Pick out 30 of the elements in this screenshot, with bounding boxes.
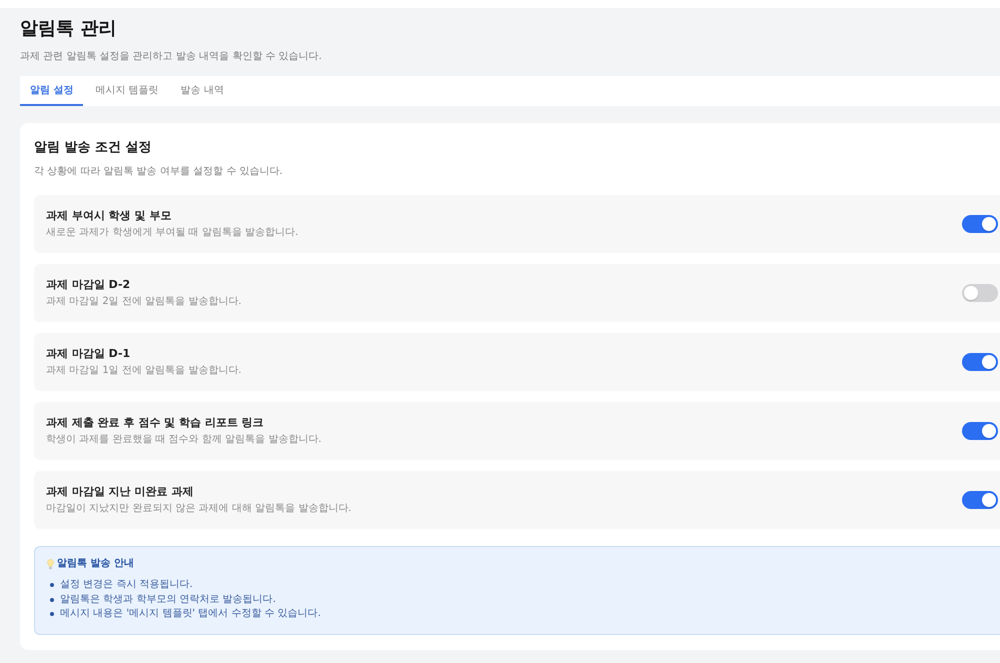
toggle-switch[interactable] (962, 353, 998, 371)
bullet-icon (50, 583, 54, 588)
toggle-switch[interactable] (962, 422, 998, 440)
lightbulb-icon (47, 558, 54, 570)
tab[interactable]: 메시지 템플릿 (85, 76, 169, 106)
notice-item: 알림톡은 학생과 학부모의 연락처로 발송됩니다. (60, 592, 276, 607)
toggle-switch[interactable] (962, 215, 998, 233)
toggle-switch[interactable] (962, 491, 998, 509)
setting-title: 과제 마감일 D-2 (46, 277, 130, 292)
page-subtitle: 과제 관련 알림톡 설정을 관리하고 발송 내역을 확인할 수 있습니다. (20, 50, 322, 64)
setting-title: 과제 마감일 지난 미완료 과제 (46, 484, 194, 499)
setting-description: 새로운 과제가 학생에게 부여될 때 알림톡을 발송합니다. (46, 226, 298, 240)
tab[interactable]: 발송 내역 (170, 76, 234, 106)
setting-title: 과제 제출 완료 후 점수 및 학습 리포트 링크 (46, 415, 264, 430)
setting-title: 과제 부여시 학생 및 부모 (46, 208, 172, 223)
bullet-icon (50, 612, 54, 616)
toggle-switch[interactable] (962, 284, 998, 302)
setting-description: 과제 마감일 1일 전에 알림톡을 발송합니다. (46, 364, 242, 378)
section-subtitle: 각 상황에 따라 알림톡 발송 여부를 설정할 수 있습니다. (34, 165, 283, 179)
notice-item: 설정 변경은 즉시 적용됩니다. (60, 578, 193, 592)
notice-item: 메시지 내용은 '메시지 템플릿' 탭에서 수정할 수 있습니다. (60, 607, 321, 622)
bullet-icon (50, 598, 54, 602)
setting-description: 마감일이 지났지만 완료되지 않은 과제에 대해 알림톡을 발송합니다. (46, 502, 352, 516)
setting-description: 학생이 과제를 완료했을 때 점수와 함께 알림톡을 발송합니다. (46, 433, 322, 447)
notice-title: 알림톡 발송 안내 (57, 557, 134, 571)
setting-description: 과제 마감일 2일 전에 알림톡을 발송합니다. (46, 295, 242, 309)
section-title: 알림 발송 조건 설정 (34, 139, 152, 157)
page-title: 알림톡 관리 (20, 18, 116, 40)
setting-title: 과제 마감일 D-1 (46, 346, 130, 361)
tab[interactable]: 알림 설정 (20, 76, 84, 106)
